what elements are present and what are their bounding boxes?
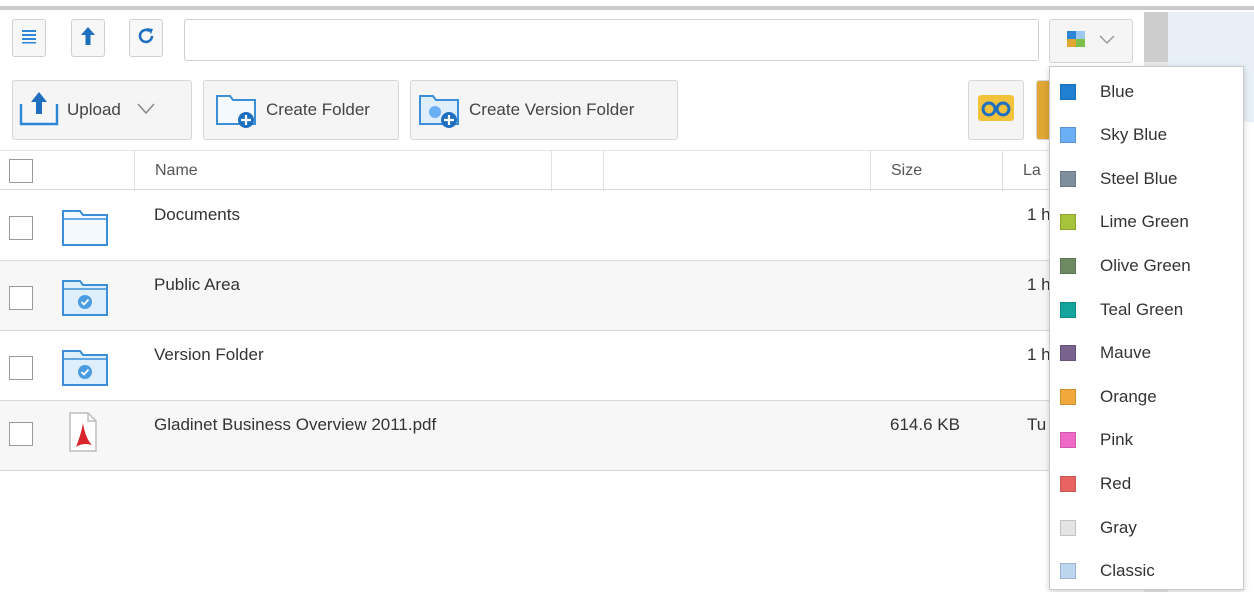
theme-option-orange[interactable]: Orange [1050, 375, 1243, 418]
arrow-up-icon [80, 26, 96, 51]
theme-option-label: Classic [1100, 561, 1155, 581]
file-modified: 1 h [1027, 345, 1051, 364]
row-checkbox[interactable] [9, 216, 33, 240]
theme-option-label: Orange [1100, 386, 1157, 406]
color-swatch [1060, 519, 1076, 536]
upload-icon [17, 88, 61, 133]
theme-option-label: Olive Green [1100, 255, 1191, 275]
upload-button[interactable]: Upload [12, 80, 192, 140]
file-modified: Tu [1027, 415, 1047, 434]
theme-option-lime-green[interactable]: Lime Green [1050, 201, 1243, 244]
version-folder-add-icon [417, 88, 463, 133]
refresh-button[interactable] [129, 19, 163, 57]
refresh-icon [136, 26, 156, 51]
color-swatch [1060, 83, 1076, 100]
file-list-header: Name Size La [0, 150, 1144, 191]
file-size: 614.6 KB [890, 415, 960, 434]
new-folder-icon [214, 88, 260, 133]
color-swatch [1060, 170, 1076, 187]
theme-option-mauve[interactable]: Mauve [1050, 332, 1243, 375]
file-manager-window: Upload Create Folder Create Version Fold… [0, 0, 1254, 592]
file-name[interactable]: Public Area [154, 275, 240, 295]
theme-option-teal-green[interactable]: Teal Green [1050, 288, 1243, 331]
chevron-down-icon [1099, 32, 1115, 50]
folder-icon [60, 203, 110, 252]
table-row[interactable]: Gladinet Business Overview 2011.pdf 614.… [0, 401, 1144, 471]
color-swatch [1060, 301, 1076, 318]
color-swatch [1060, 345, 1076, 362]
preview-button[interactable] [968, 80, 1024, 140]
theme-option-red[interactable]: Red [1050, 462, 1243, 505]
menu-button[interactable] [12, 19, 46, 57]
palette-icon [1067, 30, 1085, 52]
theme-option-label: Blue [1100, 81, 1135, 101]
theme-option-label: Sky Blue [1100, 125, 1168, 145]
file-name[interactable]: Documents [154, 205, 240, 225]
theme-option-steel-blue[interactable]: Steel Blue [1050, 157, 1243, 200]
column-header-modified-label: La [1023, 162, 1041, 179]
more-actions-button[interactable] [1036, 80, 1050, 140]
color-swatch [1060, 475, 1076, 492]
theme-option-label: Red [1100, 473, 1132, 493]
column-header-name-label: Name [155, 162, 198, 179]
create-folder-label: Create Folder [266, 100, 370, 119]
upload-chevron-icon[interactable] [137, 100, 155, 120]
theme-selector-button[interactable] [1049, 19, 1133, 63]
theme-option-olive-green[interactable]: Olive Green [1050, 244, 1243, 287]
table-row[interactable]: Version Folder 1 h [0, 331, 1144, 401]
scrollbar-thumb[interactable] [1144, 12, 1168, 62]
create-folder-button[interactable]: Create Folder [203, 80, 399, 140]
color-swatch [1060, 257, 1076, 274]
path-input[interactable] [184, 19, 1039, 61]
up-folder-button[interactable] [71, 19, 105, 57]
color-swatch [1060, 563, 1076, 580]
create-version-folder-label: Create Version Folder [469, 100, 635, 119]
column-header-size-label: Size [891, 162, 923, 179]
row-checkbox[interactable] [9, 356, 33, 380]
theme-option-gray[interactable]: Gray [1050, 506, 1243, 549]
column-header-blank-1 [551, 151, 603, 191]
color-swatch [1060, 214, 1076, 231]
theme-option-label: Lime Green [1100, 212, 1189, 232]
file-modified: 1 h [1027, 205, 1051, 224]
column-header-blank-2 [603, 151, 870, 191]
color-swatch [1060, 388, 1076, 405]
row-checkbox[interactable] [9, 422, 33, 446]
file-name[interactable]: Version Folder [154, 345, 264, 365]
theme-option-label: Pink [1100, 430, 1134, 450]
top-divider [0, 6, 1254, 10]
shared-folder-icon [60, 273, 110, 322]
theme-menu: Blue Sky Blue Steel Blue Lime Green Olive Gr… [1049, 66, 1244, 590]
theme-option-sky-blue[interactable]: Sky Blue [1050, 114, 1243, 157]
pdf-icon [68, 411, 98, 458]
theme-option-label: Gray [1100, 517, 1137, 537]
version-folder-icon [60, 343, 110, 392]
file-name[interactable]: Gladinet Business Overview 2011.pdf [154, 415, 436, 435]
theme-option-classic[interactable]: Classic [1050, 550, 1243, 592]
theme-option-pink[interactable]: Pink [1050, 419, 1243, 462]
column-header-name[interactable]: Name [134, 151, 551, 191]
file-modified: 1 h [1027, 275, 1051, 294]
color-swatch [1060, 127, 1076, 144]
row-checkbox[interactable] [9, 286, 33, 310]
upload-label: Upload [67, 100, 121, 119]
table-row[interactable]: Public Area 1 h [0, 261, 1144, 331]
select-all-checkbox[interactable] [9, 159, 33, 183]
hamburger-icon [20, 27, 38, 50]
column-header-size[interactable]: Size [870, 151, 1002, 191]
theme-option-label: Teal Green [1100, 299, 1184, 319]
theme-option-blue[interactable]: Blue [1050, 70, 1243, 113]
theme-option-label: Steel Blue [1100, 168, 1178, 188]
table-row[interactable]: Documents 1 h [0, 191, 1144, 261]
glasses-icon [978, 94, 1014, 126]
theme-option-label: Mauve [1100, 343, 1152, 363]
create-version-folder-button[interactable]: Create Version Folder [410, 80, 678, 140]
color-swatch [1060, 432, 1076, 449]
